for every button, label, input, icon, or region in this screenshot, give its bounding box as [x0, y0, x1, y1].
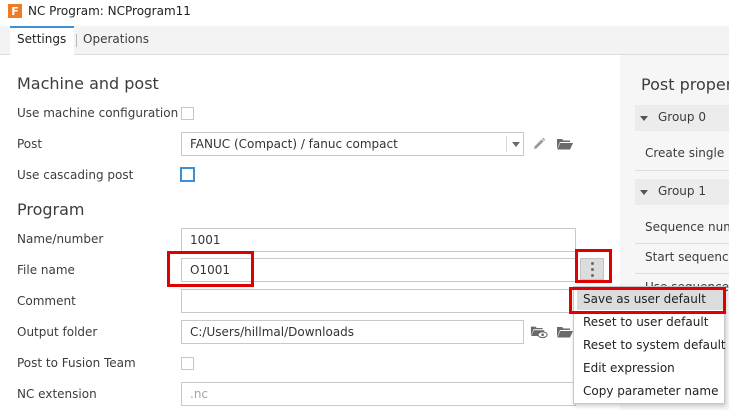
menu-item-copy-parameter-name[interactable]: Copy parameter name — [583, 384, 718, 398]
post-label: Post — [17, 137, 43, 151]
use-machine-configuration-checkbox[interactable] — [181, 107, 194, 120]
post-select[interactable]: FANUC (Compact) / fanuc compact — [181, 132, 524, 156]
group-1-label: Group 1 — [658, 184, 706, 198]
group-0-label: Group 0 — [658, 110, 706, 124]
expand-arrow-icon[interactable] — [640, 190, 648, 195]
post-select-value: FANUC (Compact) / fanuc compact — [190, 137, 398, 151]
start-sequence-property: Start sequence — [645, 250, 729, 264]
title-bar: F NC Program: NCProgram11 — [0, 0, 729, 26]
menu-item-edit-expression[interactable]: Edit expression — [583, 361, 675, 375]
menu-item-reset-to-system-default[interactable]: Reset to system default — [583, 338, 726, 352]
more-button-highlight-box — [575, 249, 612, 283]
comment-input[interactable] — [181, 289, 576, 313]
property-divider — [635, 273, 729, 274]
window-title: NC Program: NCProgram11 — [28, 4, 191, 18]
pencil-icon[interactable] — [530, 136, 548, 152]
create-single-property: Create single r — [645, 146, 729, 160]
tab-settings[interactable]: Settings — [17, 32, 66, 46]
property-divider — [635, 170, 729, 171]
tab-separator — [76, 34, 77, 47]
file-name-label: File name — [17, 263, 75, 277]
property-divider — [635, 243, 729, 244]
use-cascading-post-label: Use cascading post — [17, 168, 134, 182]
post-to-fusion-team-label: Post to Fusion Team — [17, 356, 136, 370]
output-folder-input[interactable]: C:/Users/hillmal/Downloads — [181, 320, 524, 344]
name-number-input[interactable]: 1001 — [181, 228, 576, 252]
chevron-down-icon[interactable] — [512, 142, 520, 147]
folder-icon[interactable] — [556, 136, 574, 152]
tab-active-indicator — [10, 26, 74, 28]
expand-arrow-icon[interactable] — [640, 116, 648, 121]
tab-bar: Settings Operations — [0, 26, 729, 55]
nc-extension-label: NC extension — [17, 387, 97, 401]
save-default-highlight-box — [569, 287, 726, 314]
fusion-app-icon: F — [8, 4, 22, 18]
nc-extension-input[interactable]: .nc — [181, 382, 576, 406]
program-heading: Program — [17, 200, 85, 219]
tab-operations[interactable]: Operations — [83, 32, 149, 46]
name-number-label: Name/number — [17, 232, 104, 246]
file-name-highlight-box — [167, 251, 254, 287]
output-folder-label: Output folder — [17, 325, 98, 339]
folder-icon[interactable] — [556, 324, 574, 340]
folder-eye-icon[interactable] — [530, 324, 548, 340]
comment-label: Comment — [17, 294, 76, 308]
post-select-divider — [506, 136, 507, 152]
use-cascading-post-checkbox[interactable] — [180, 167, 195, 182]
sequence-num-property: Sequence num — [645, 220, 729, 234]
menu-item-reset-to-user-default[interactable]: Reset to user default — [583, 315, 708, 329]
post-to-fusion-team-checkbox[interactable] — [181, 357, 194, 370]
use-machine-configuration-label: Use machine configuration — [17, 106, 179, 120]
machine-and-post-heading: Machine and post — [17, 74, 159, 93]
post-properties-heading: Post proper — [641, 75, 729, 94]
